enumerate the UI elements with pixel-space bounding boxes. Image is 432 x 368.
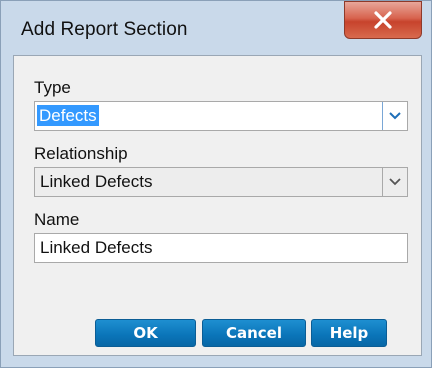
name-input[interactable] [34,233,408,263]
close-button[interactable] [344,1,422,39]
chevron-down-icon [389,178,401,186]
type-label: Type [34,78,71,97]
type-dropdown-button[interactable] [382,102,407,130]
help-button[interactable]: Help [311,319,387,347]
type-select-value: Defects [37,105,99,126]
close-icon [374,11,392,29]
chevron-down-icon [389,112,401,120]
name-label: Name [34,210,80,229]
add-report-section-dialog: Add Report Section Type Defects Relation… [0,0,432,368]
dialog-title: Add Report Section [21,19,188,40]
relationship-label: Relationship [34,144,128,163]
cancel-button[interactable]: Cancel [202,319,306,347]
ok-button[interactable]: OK [95,319,196,347]
relationship-dropdown-button[interactable] [382,168,407,196]
title-bar: Add Report Section [1,1,431,55]
type-select[interactable]: Defects [34,101,408,131]
relationship-select[interactable]: Linked Defects [34,167,408,197]
form-panel: Type Defects Relationship Linked Defects… [13,55,422,356]
relationship-select-value: Linked Defects [40,172,153,191]
